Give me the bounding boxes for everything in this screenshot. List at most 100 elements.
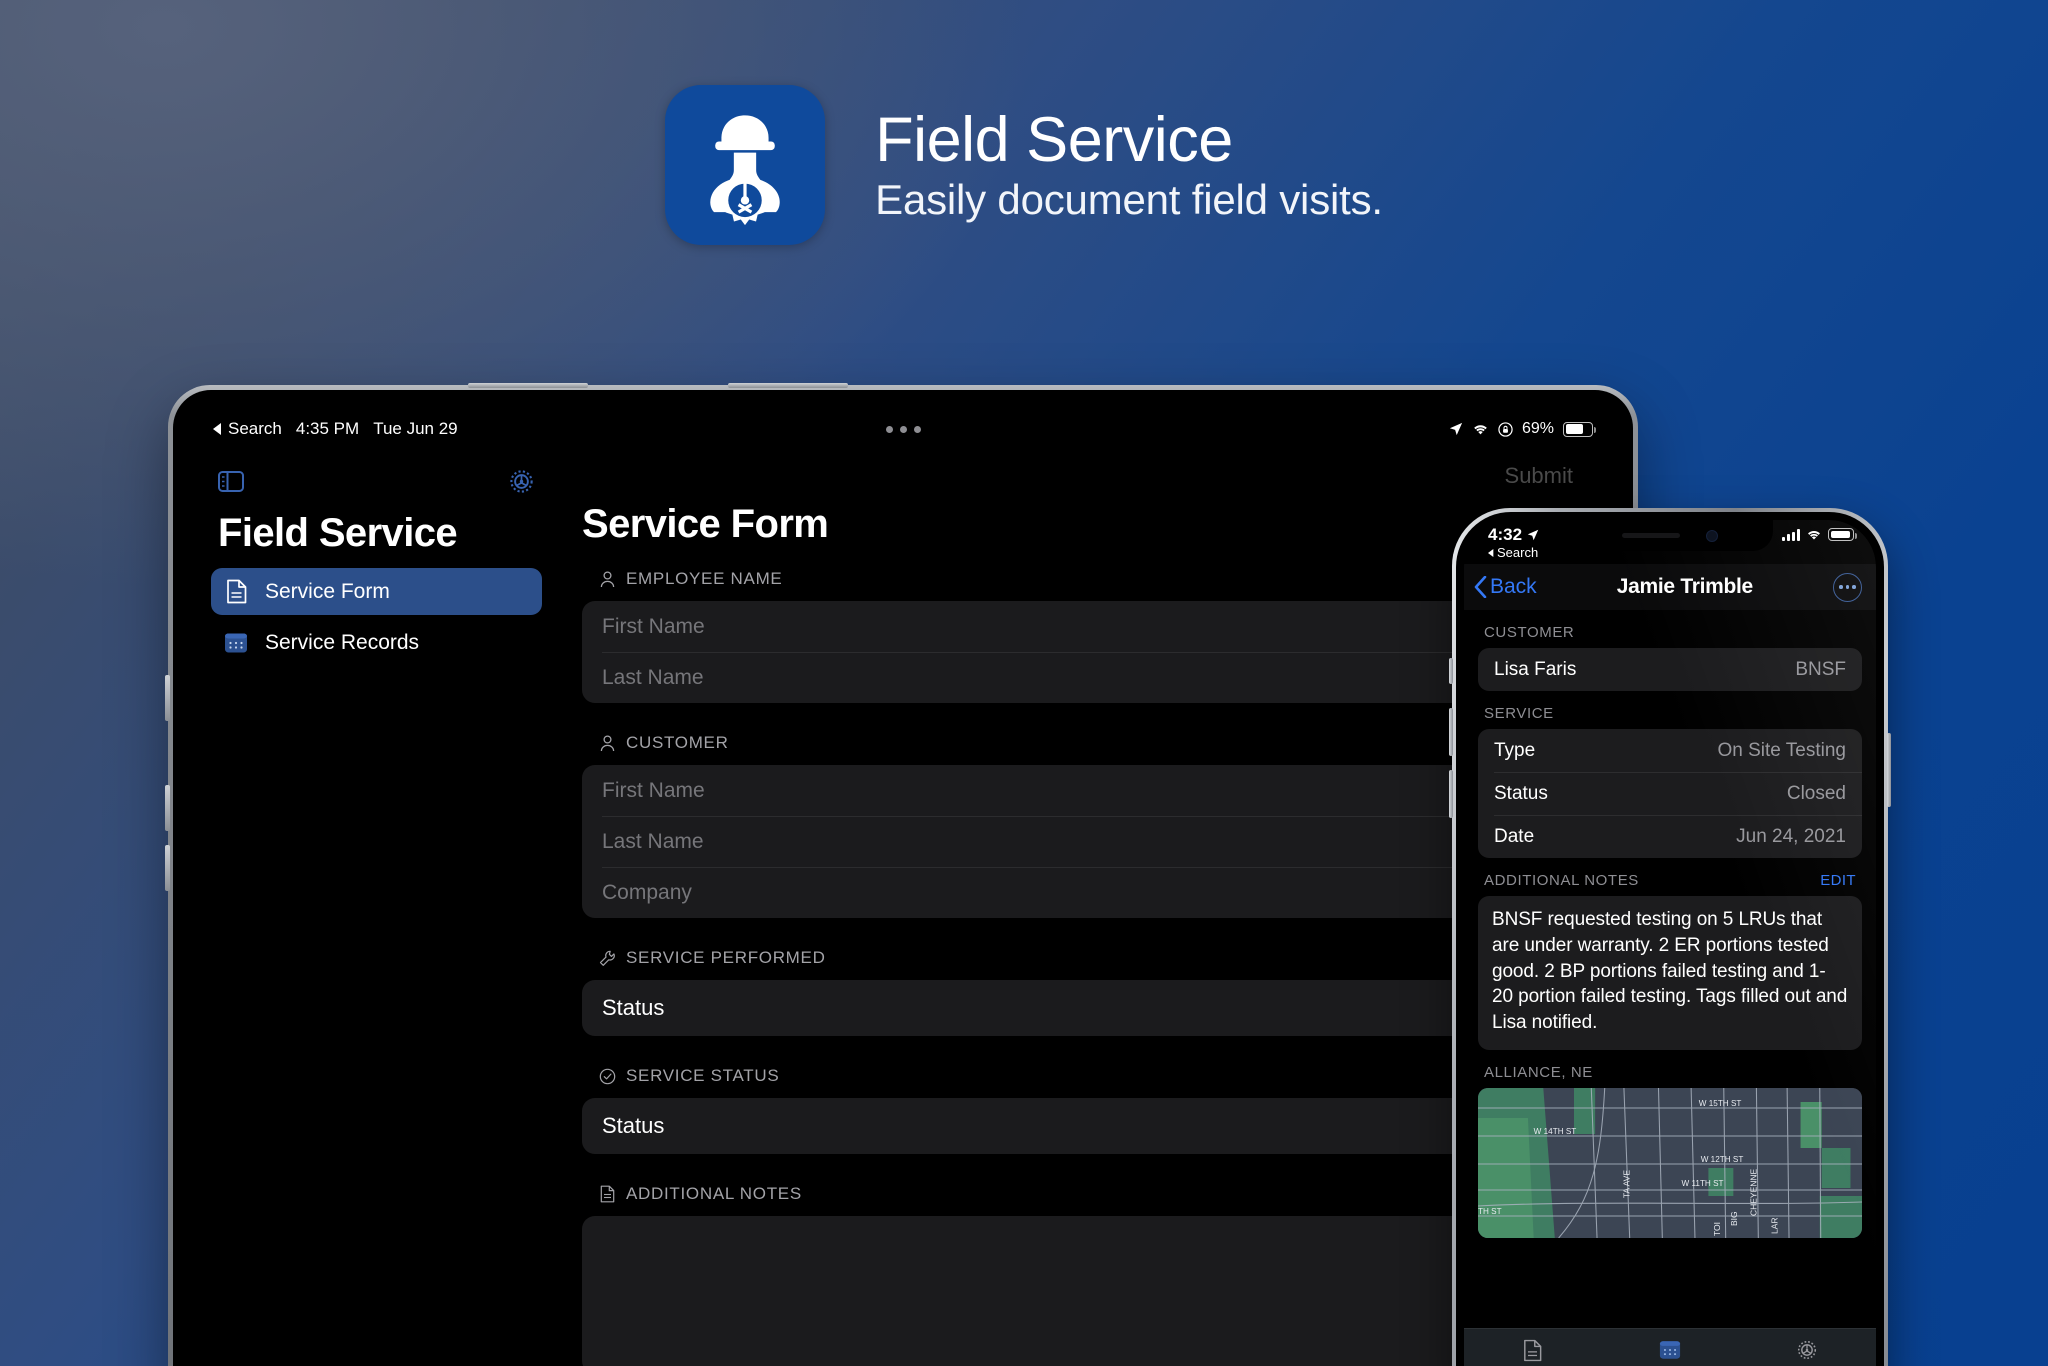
sidebar-title: Field Service: [218, 511, 458, 555]
svg-text:BIG: BIG: [1729, 1211, 1739, 1226]
back-button[interactable]: Back: [1474, 575, 1537, 599]
section-label: CUSTOMER: [626, 733, 729, 752]
tab-settings[interactable]: Settings: [1739, 1339, 1876, 1366]
edit-notes-button[interactable]: EDIT: [1820, 872, 1856, 889]
customer-card[interactable]: Lisa Faris BNSF: [1478, 648, 1862, 691]
ipad-top-antenna-line-2: [728, 383, 848, 388]
location-arrow-icon: [1527, 529, 1539, 540]
svg-text:W 14TH ST: W 14TH ST: [1534, 1126, 1577, 1136]
section-label: CUSTOMER: [1484, 624, 1575, 641]
customer-company: BNSF: [1795, 658, 1846, 680]
sidebar-item-service-form[interactable]: Service Form: [211, 568, 542, 615]
battery-full-icon: [1828, 528, 1857, 541]
ipad-back-to-search[interactable]: Search: [213, 419, 282, 439]
svg-text:TOI: TOI: [1712, 1222, 1722, 1236]
section-label: SERVICE: [1484, 705, 1554, 722]
rotation-lock-icon: [1498, 421, 1513, 437]
row-key: Date: [1494, 825, 1535, 847]
ipad-power-button: [165, 675, 170, 721]
location-arrow-icon: [1449, 422, 1463, 436]
gear-icon: [1796, 1339, 1818, 1362]
ipad-volume-down-button: [165, 845, 170, 891]
iphone-tab-bar: Service Form Service Records Settings: [1464, 1328, 1876, 1366]
section-label: SERVICE STATUS: [626, 1066, 780, 1085]
sidebar-item-service-records[interactable]: Service Records: [211, 619, 542, 666]
row-key: Status: [1494, 782, 1548, 804]
hero-banner: Field Service Easily document field visi…: [0, 0, 2048, 330]
ipad-device: Search 4:35 PM Tue Jun 29 69% Field Serv…: [165, 383, 1638, 1366]
customer-first-name-input[interactable]: First Name: [582, 765, 1587, 816]
service-performed-status-row[interactable]: Status Comm: [582, 980, 1587, 1036]
detail-title: Service Form: [582, 502, 829, 546]
iphone-volume-down-button: [1449, 770, 1453, 818]
ipad-battery-percent: 69%: [1521, 420, 1554, 437]
customer-name: Lisa Faris: [1494, 658, 1577, 680]
section-header-additional-notes: ADDITIONAL NOTES EDIT: [1478, 858, 1862, 896]
service-status-row[interactable]: Status Closed: [1478, 772, 1862, 815]
employee-first-name-input[interactable]: First Name: [582, 601, 1587, 652]
section-header-location: ALLIANCE, NE: [1478, 1050, 1862, 1088]
iphone-back-to-search[interactable]: Search: [1488, 546, 1538, 559]
sidebar-toggle-icon[interactable]: [218, 471, 244, 492]
section-header-service: SERVICE: [1478, 691, 1862, 729]
row-value: On Site Testing: [1717, 739, 1846, 761]
row-value: Closed: [1786, 782, 1846, 804]
iphone-device: 4:32 Search Back Jamie Trimble CUSTOMER …: [1449, 508, 1891, 1366]
tab-service-form[interactable]: Service Form: [1464, 1339, 1601, 1366]
person-icon: [598, 570, 617, 589]
multitasking-dots-icon[interactable]: [885, 425, 921, 433]
section-header-customer: CUSTOMER: [1478, 610, 1862, 648]
iphone-power-button: [1887, 733, 1891, 807]
section-label: EMPLOYEE NAME: [626, 569, 783, 588]
customer-company-input[interactable]: Company: [582, 867, 1587, 918]
iphone-nav-bar: Back Jamie Trimble: [1464, 564, 1876, 610]
iphone-screen: 4:32 Search Back Jamie Trimble CUSTOMER …: [1464, 520, 1876, 1366]
svg-text:W 12TH ST: W 12TH ST: [1701, 1154, 1744, 1164]
ellipsis-circle-icon[interactable]: [1832, 572, 1862, 602]
person-icon: [598, 734, 617, 753]
document-icon: [223, 579, 249, 605]
sidebar-item-label: Service Form: [265, 579, 390, 603]
service-performed-card[interactable]: Status Comm: [582, 980, 1587, 1036]
service-card: Type On Site Testing Status Closed Date …: [1478, 729, 1862, 858]
submit-button[interactable]: Submit: [1505, 463, 1573, 489]
calendar-grid-icon: [223, 630, 249, 656]
tab-service-records[interactable]: Service Records: [1601, 1339, 1738, 1366]
ipad-volume-up-button: [165, 785, 170, 831]
service-status-card[interactable]: Status Action: [582, 1098, 1587, 1154]
section-label: ADDITIONAL NOTES: [626, 1184, 802, 1203]
customer-row[interactable]: Lisa Faris BNSF: [1478, 648, 1862, 691]
back-triangle-icon: [1488, 548, 1494, 557]
record-detail-scroll[interactable]: CUSTOMER Lisa Faris BNSF SERVICE Type On…: [1464, 610, 1876, 1366]
page-title: Field Service: [875, 104, 1233, 175]
customer-last-name-input[interactable]: Last Name: [582, 816, 1587, 867]
row-key: Type: [1494, 739, 1536, 761]
iphone-back-label: Search: [1497, 545, 1539, 560]
battery-icon: [1563, 421, 1596, 437]
ipad-status-bar: Search 4:35 PM Tue Jun 29 69%: [195, 412, 1611, 446]
wifi-icon: [1474, 424, 1487, 434]
section-label: ALLIANCE, NE: [1484, 1064, 1593, 1082]
ipad-screen: Search 4:35 PM Tue Jun 29 69% Field Serv…: [195, 412, 1611, 1366]
section-header-employee-name: EMPLOYEE NAME: [598, 569, 1587, 589]
document-icon: [1523, 1339, 1542, 1362]
employee-last-name-input[interactable]: Last Name: [582, 652, 1587, 703]
ipad-back-label: Search: [228, 419, 282, 438]
additional-notes-text[interactable]: BNSF requested testing on 5 LRUs that ar…: [1478, 896, 1862, 1051]
ipad-top-antenna-line: [468, 383, 588, 388]
location-map[interactable]: W 15TH ST W 14TH ST W 12TH ST W 11TH ST …: [1478, 1088, 1862, 1239]
section-header-service-performed: SERVICE PERFORMED: [598, 948, 1587, 968]
additional-notes-textarea[interactable]: [582, 1216, 1587, 1366]
section-header-additional-notes: ADDITIONAL NOTES: [598, 1184, 1587, 1204]
back-button-label: Back: [1490, 575, 1537, 598]
row-key: Status: [602, 995, 665, 1020]
section-label: ADDITIONAL NOTES: [1484, 872, 1639, 889]
svg-text:W 11TH ST: W 11TH ST: [1682, 1178, 1724, 1188]
service-date-row[interactable]: Date Jun 24, 2021: [1478, 815, 1862, 858]
service-status-row[interactable]: Status Action: [582, 1098, 1587, 1154]
service-type-row[interactable]: Type On Site Testing: [1478, 729, 1862, 772]
wrench-icon: [598, 949, 617, 968]
ipad-clock: 4:35 PM: [295, 419, 360, 438]
sidebar-item-label: Service Records: [265, 630, 420, 654]
gear-icon[interactable]: [508, 468, 535, 495]
